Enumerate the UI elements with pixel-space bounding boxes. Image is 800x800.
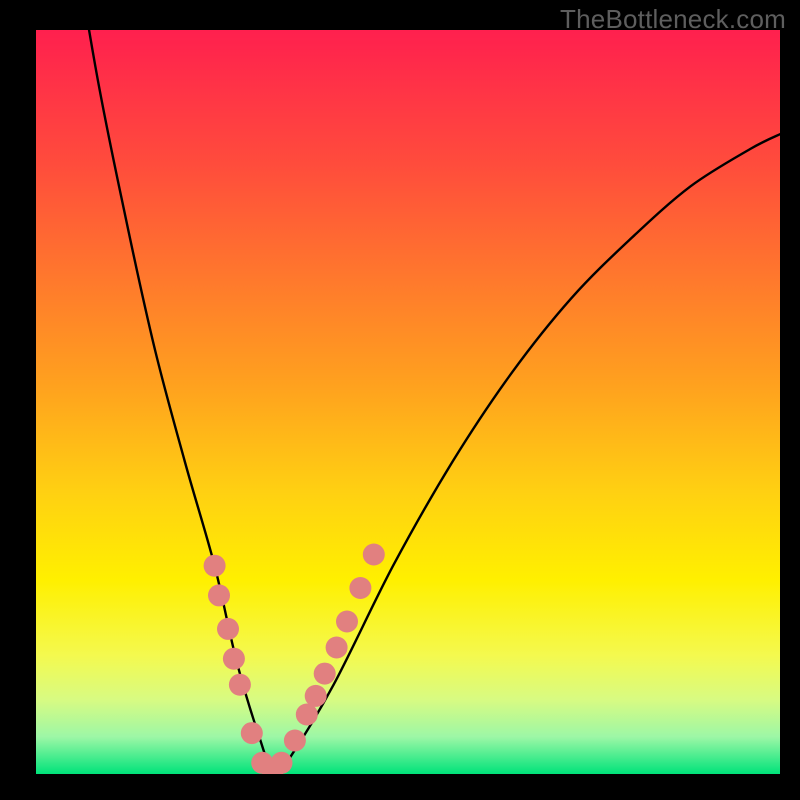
highlight-dot <box>217 618 239 640</box>
highlight-dot <box>271 752 293 774</box>
highlight-dot <box>284 730 306 752</box>
bottleneck-chart <box>0 0 800 800</box>
highlight-dot <box>326 637 348 659</box>
highlight-dot <box>223 648 245 670</box>
highlight-dot <box>349 577 371 599</box>
gradient-plot-area <box>36 30 780 774</box>
highlight-dot <box>363 544 385 566</box>
highlight-dot <box>305 685 327 707</box>
watermark-text: TheBottleneck.com <box>560 4 786 35</box>
highlight-dot <box>229 674 251 696</box>
highlight-dot <box>314 663 336 685</box>
highlight-dot <box>208 584 230 606</box>
highlight-dot <box>241 722 263 744</box>
highlight-dot <box>336 611 358 633</box>
chart-frame: TheBottleneck.com <box>0 0 800 800</box>
highlight-dot <box>204 555 226 577</box>
